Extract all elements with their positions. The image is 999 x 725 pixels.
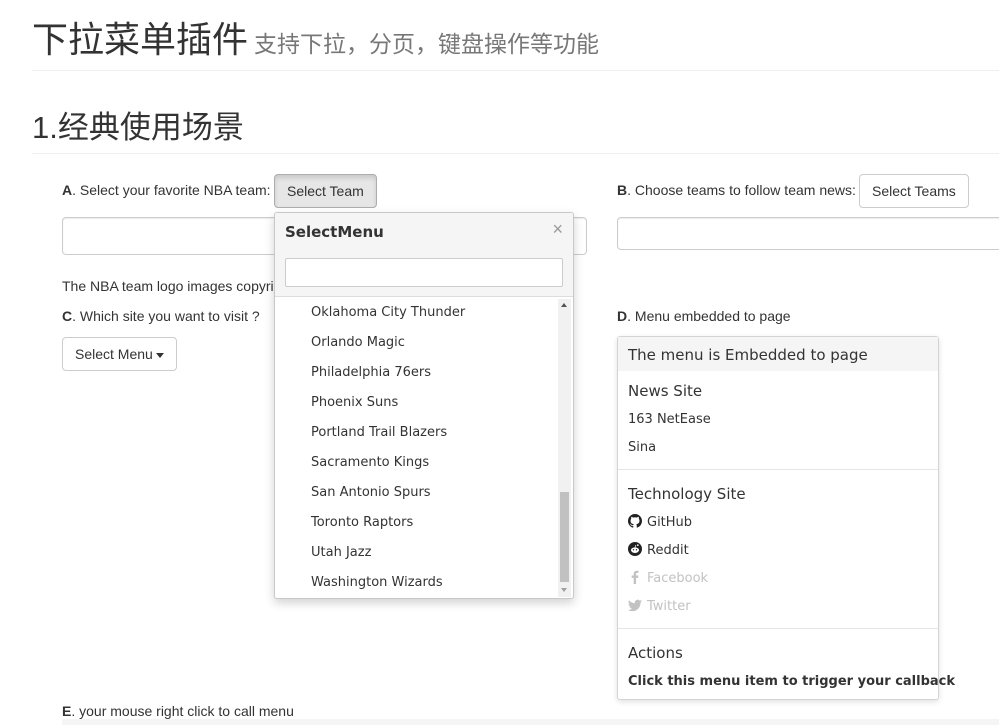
select-team-button[interactable]: Select Team <box>274 174 377 208</box>
page-header: 下拉菜单插件 支持下拉，分页，键盘操作等功能 <box>32 0 999 71</box>
menu-item-callback-action[interactable]: Click this menu item to trigger your cal… <box>628 672 955 692</box>
team-option[interactable]: Washington Wizards <box>275 568 557 598</box>
scroll-down-arrow-icon[interactable] <box>561 588 567 592</box>
demo-b-letter: B <box>617 182 628 198</box>
demo-c-letter: C <box>62 308 73 324</box>
logo-copyright-note: The NBA team logo images copyri <box>62 278 274 294</box>
team-option[interactable]: San Antonio Spurs <box>275 478 557 508</box>
select-menu-list: Oklahoma City Thunder Orlando Magic Philad… <box>275 298 557 598</box>
team-option[interactable]: Oklahoma City Thunder <box>275 298 557 328</box>
demo-a-label-text: . Select your favorite NBA team: <box>72 182 271 198</box>
demo-d-label: D. Menu embedded to page <box>617 306 791 326</box>
menu-item-twitter: Twitter <box>628 597 691 617</box>
demo-a-letter: A <box>62 182 73 198</box>
menu-item-twitter-label: Twitter <box>647 599 691 614</box>
select-menu-button[interactable]: Select Menu <box>62 337 177 371</box>
section-title: 1.经典使用场景 <box>32 110 244 145</box>
group-title-actions: Actions <box>628 644 683 662</box>
teams-result-field[interactable] <box>617 217 999 250</box>
team-option[interactable]: Philadelphia 76ers <box>275 358 557 388</box>
demo-e-label: E. your mouse right click to call menu <box>62 701 294 721</box>
menu-item-github[interactable]: GitHub <box>628 513 692 533</box>
team-option[interactable]: Utah Jazz <box>275 538 557 568</box>
group-divider <box>618 469 938 470</box>
menu-item-facebook-label: Facebook <box>647 571 709 586</box>
demo-c-label: C. Which site you want to visit ? <box>62 306 260 326</box>
demo-c-label-text: . Which site you want to visit ? <box>72 308 260 324</box>
team-option[interactable]: Phoenix Suns <box>275 388 557 418</box>
page-title: 下拉菜单插件 支持下拉，分页，键盘操作等功能 <box>32 18 599 66</box>
select-menu-button-label: Select Menu <box>75 346 153 362</box>
demo-e-label-text: . your mouse right click to call menu <box>71 703 294 719</box>
select-menu-popup: SelectMenu × Oklahoma City Thunder Orland… <box>274 212 574 599</box>
group-title-technology: Technology Site <box>628 485 746 503</box>
team-option[interactable]: Toronto Raptors <box>275 508 557 538</box>
menu-item-facebook: Facebook <box>628 569 708 589</box>
page-subtitle: 支持下拉，分页，键盘操作等功能 <box>254 31 600 57</box>
reddit-icon <box>628 542 642 556</box>
scroll-up-arrow-icon[interactable] <box>561 303 567 307</box>
menu-item-github-label: GitHub <box>647 515 693 530</box>
menu-item-sina[interactable]: Sina <box>628 438 656 458</box>
embedded-menu-header: The menu is Embedded to page <box>618 337 938 371</box>
twitter-icon <box>628 599 642 612</box>
group-divider <box>618 628 938 629</box>
demo-d-letter: D <box>617 308 628 324</box>
context-menu-area[interactable] <box>62 719 999 725</box>
caret-down-icon <box>155 352 164 358</box>
select-menu-scrollbar[interactable] <box>558 299 571 597</box>
select-teams-button[interactable]: Select Teams <box>859 174 969 208</box>
demo-e-letter: E <box>62 703 72 719</box>
github-icon <box>628 514 642 528</box>
team-option[interactable]: Portland Trail Blazers <box>275 418 557 448</box>
team-option[interactable]: Orlando Magic <box>275 328 557 358</box>
demo-a-label: A. Select your favorite NBA team: <box>62 180 271 200</box>
team-option[interactable]: Sacramento Kings <box>275 448 557 478</box>
menu-item-reddit-label: Reddit <box>647 543 689 558</box>
menu-item-reddit[interactable]: Reddit <box>628 541 689 561</box>
scrollbar-thumb[interactable] <box>560 492 569 582</box>
select-menu-title: SelectMenu <box>285 223 384 241</box>
select-menu-header: SelectMenu × <box>275 213 573 297</box>
section-header: 1.经典使用场景 <box>32 100 999 154</box>
close-icon[interactable]: × <box>552 218 563 240</box>
facebook-icon <box>631 570 639 584</box>
select-menu-search-input[interactable] <box>285 258 563 287</box>
menu-item-163-netease[interactable]: 163 NetEase <box>628 410 711 430</box>
demo-b-label-text: . Choose teams to follow team news: <box>627 182 856 198</box>
demo-b-label: B. Choose teams to follow team news: <box>617 180 856 200</box>
page-title-text: 下拉菜单插件 <box>32 19 249 60</box>
demo-d-label-text: . Menu embedded to page <box>627 308 791 324</box>
embedded-menu-title: The menu is Embedded to page <box>628 346 868 364</box>
group-title-news: News Site <box>628 382 703 400</box>
embedded-menu: The menu is Embedded to page News Site 1… <box>617 336 955 700</box>
